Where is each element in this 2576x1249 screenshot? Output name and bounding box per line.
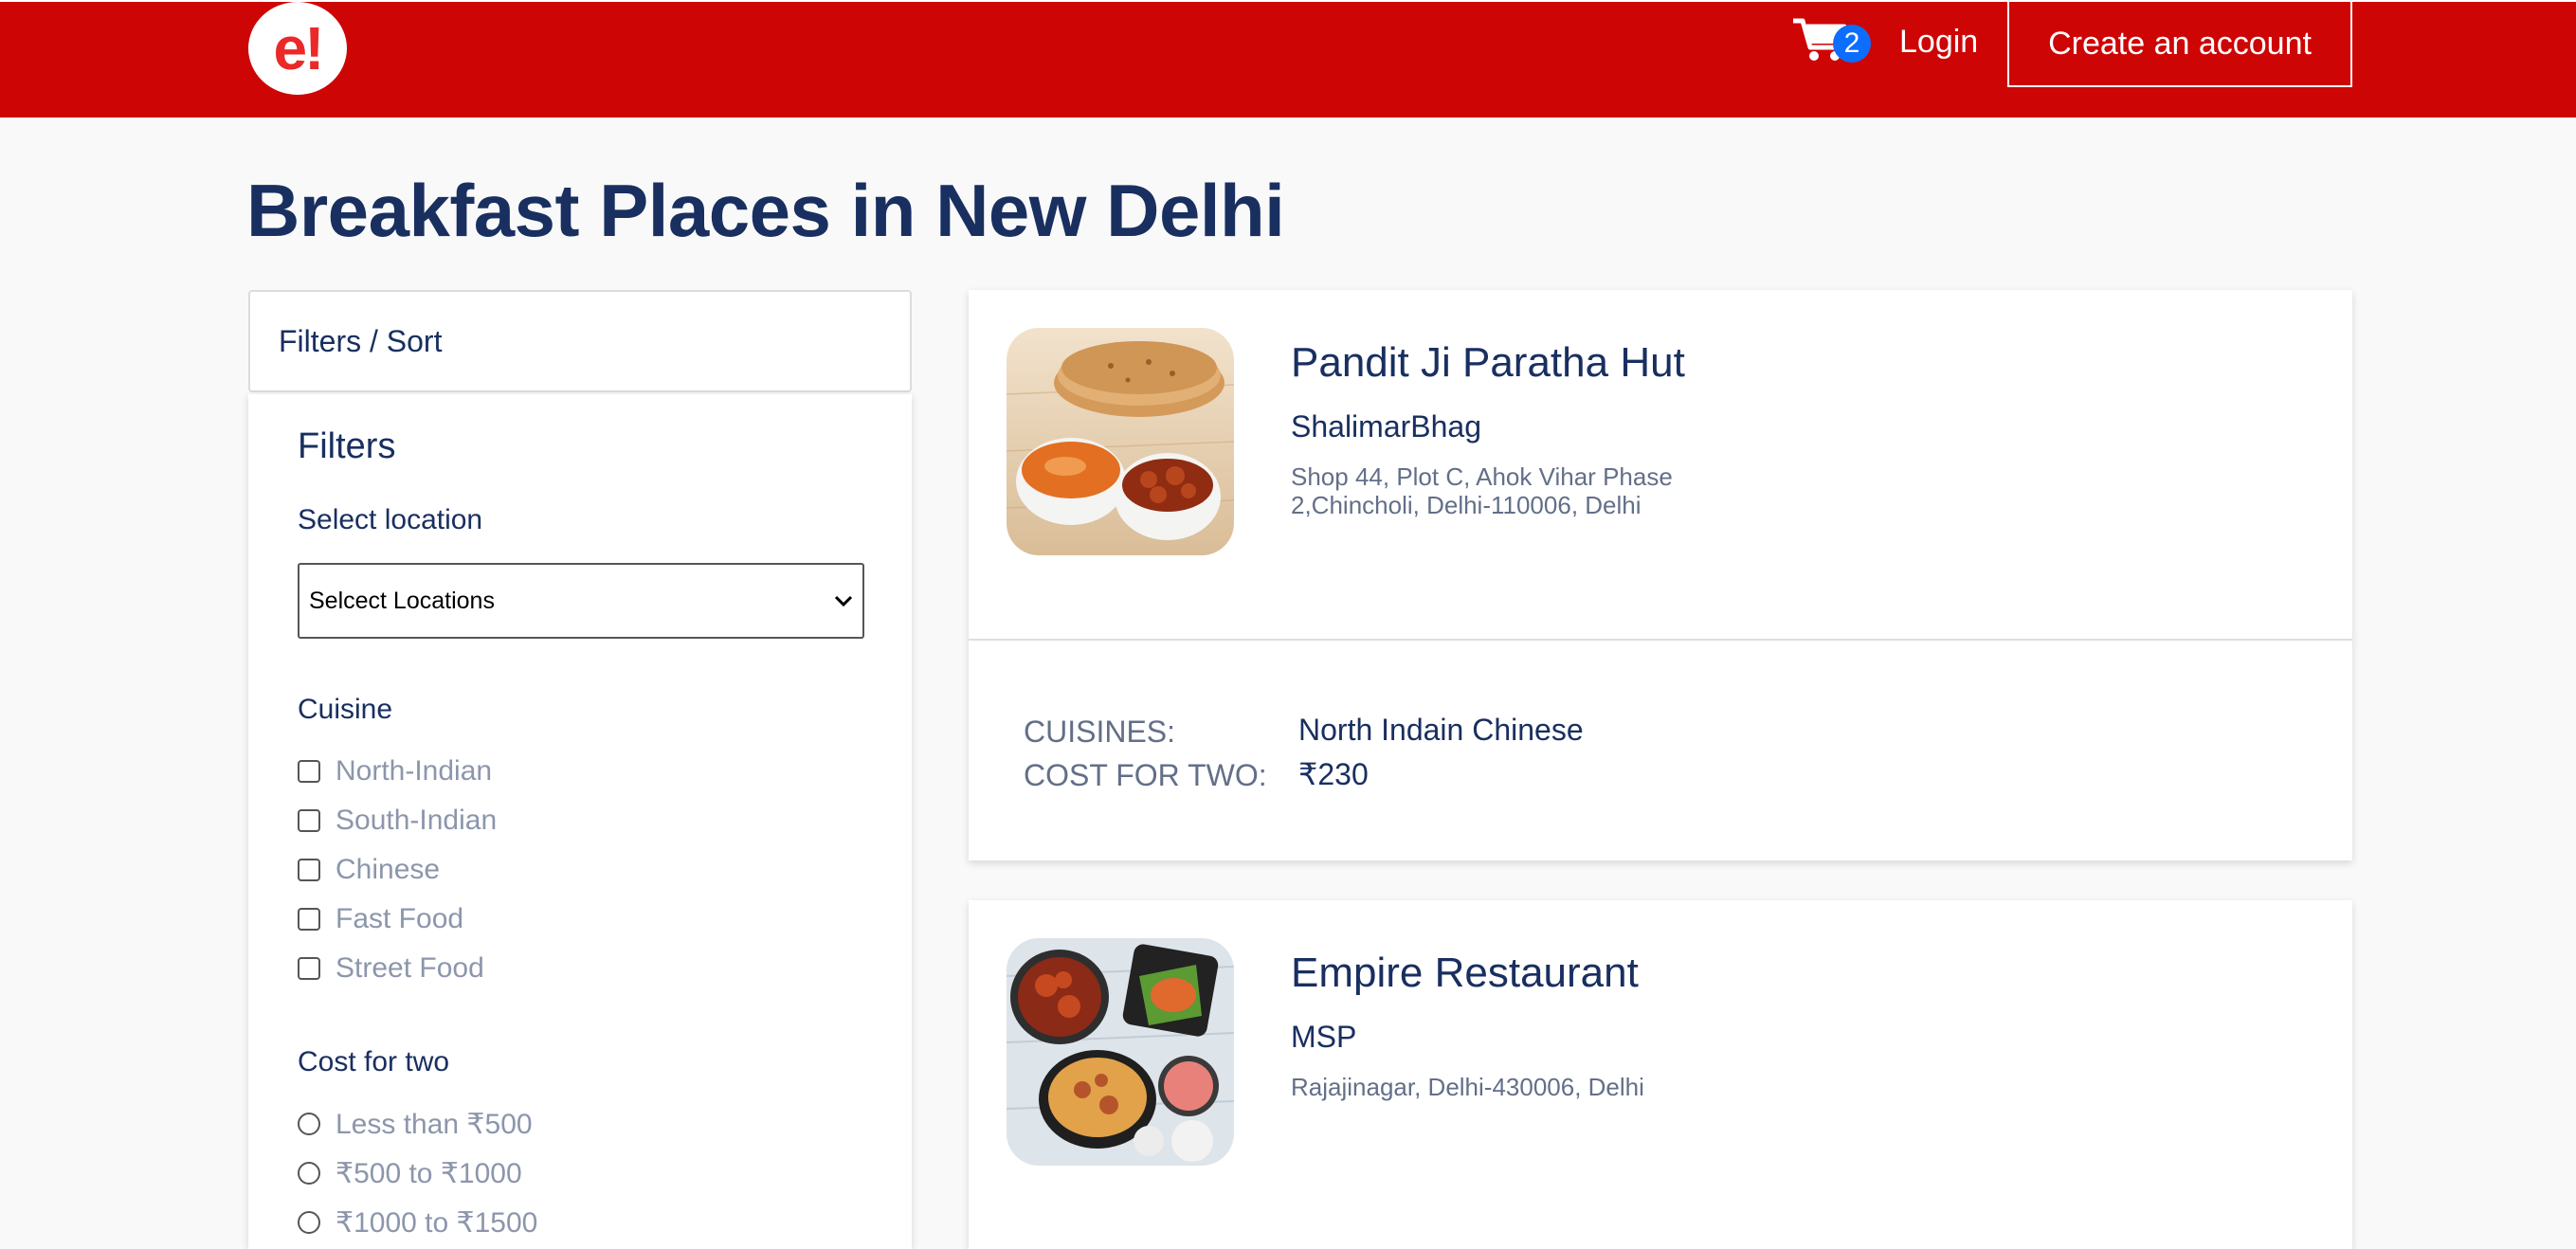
cuisine-option[interactable]: Chinese xyxy=(298,851,440,889)
checkbox[interactable] xyxy=(298,957,320,980)
restaurant-image[interactable] xyxy=(1007,938,1234,1166)
cuisine-option-label: South-Indian xyxy=(336,805,498,836)
checkbox[interactable] xyxy=(298,809,320,832)
cuisine-option[interactable]: North-Indian xyxy=(298,752,492,790)
location-select-value: Selcect Locations xyxy=(309,587,495,614)
restaurant-card[interactable]: Empire Restaurant MSP Rajajinagar, Delhi… xyxy=(969,900,2352,1249)
checkbox[interactable] xyxy=(298,859,320,881)
restaurant-address: Rajajinagar, Delhi-430006, Delhi xyxy=(1291,1073,1644,1101)
filters-title: Filters xyxy=(298,426,396,466)
restaurant-image[interactable] xyxy=(1007,328,1234,555)
cart-count-badge: 2 xyxy=(1833,25,1871,63)
filters-sort-header[interactable]: Filters / Sort xyxy=(248,290,912,392)
cuisine-option[interactable]: Street Food xyxy=(298,950,484,987)
logo-text: e! xyxy=(273,14,325,82)
chevron-down-icon xyxy=(834,595,853,607)
logo[interactable]: e! xyxy=(248,2,347,95)
filters-panel: Filters Select location Selcect Location… xyxy=(248,394,912,1249)
create-account-button[interactable]: Create an account xyxy=(2007,2,2352,87)
cost-option-label: Less than ₹500 xyxy=(336,1108,533,1140)
cost-option[interactable]: Less than ₹500 xyxy=(298,1105,533,1143)
restaurant-area: ShalimarBhag xyxy=(1291,409,1481,443)
restaurant-card[interactable]: Pandit Ji Paratha Hut ShalimarBhag Shop … xyxy=(969,290,2352,860)
location-label: Select location xyxy=(298,504,483,535)
cost-for-two-key: COST FOR TWO: xyxy=(1024,758,1267,792)
radio-button[interactable] xyxy=(298,1162,320,1185)
cuisine-option-label: Fast Food xyxy=(336,903,464,934)
cost-for-two-value: ₹230 xyxy=(1298,757,1369,791)
cuisine-option[interactable]: Fast Food xyxy=(298,900,463,938)
cost-option[interactable]: ₹1000 to ₹1500 xyxy=(298,1204,537,1241)
cuisine-label: Cuisine xyxy=(298,694,393,725)
checkbox[interactable] xyxy=(298,760,320,783)
dishes-food-image xyxy=(1007,938,1234,1166)
radio-button[interactable] xyxy=(298,1113,320,1135)
checkbox[interactable] xyxy=(298,908,320,931)
top-navbar: e! 2 Login Create an account xyxy=(0,0,2576,118)
cuisine-option-label: Chinese xyxy=(336,854,441,885)
cost-option-label: ₹500 to ₹1000 xyxy=(336,1157,522,1189)
cuisines-value: North Indain Chinese xyxy=(1298,713,1584,747)
cuisine-option[interactable]: South-Indian xyxy=(298,802,497,840)
restaurant-name[interactable]: Empire Restaurant xyxy=(1291,950,1639,997)
cost-option-label: ₹1000 to ₹1500 xyxy=(336,1206,538,1239)
paratha-food-image xyxy=(1007,328,1234,555)
page-title: Breakfast Places in New Delhi xyxy=(246,169,1285,252)
cuisine-option-label: North-Indian xyxy=(336,755,493,787)
restaurant-address: Shop 44, Plot C, Ahok Vihar Phase 2,Chin… xyxy=(1291,462,1673,519)
location-select[interactable]: Selcect Locations xyxy=(298,563,864,639)
card-divider xyxy=(969,639,2352,641)
cost-option[interactable]: ₹500 to ₹1000 xyxy=(298,1154,522,1192)
radio-button[interactable] xyxy=(298,1211,320,1234)
login-link[interactable]: Login xyxy=(1899,21,1978,63)
cart-button[interactable]: 2 xyxy=(1791,15,1871,68)
restaurant-area: MSP xyxy=(1291,1020,1357,1054)
cuisines-key: CUISINES: xyxy=(1024,715,1176,749)
cost-label: Cost for two xyxy=(298,1046,450,1077)
cuisine-option-label: Street Food xyxy=(336,952,484,984)
restaurant-name[interactable]: Pandit Ji Paratha Hut xyxy=(1291,339,1685,387)
